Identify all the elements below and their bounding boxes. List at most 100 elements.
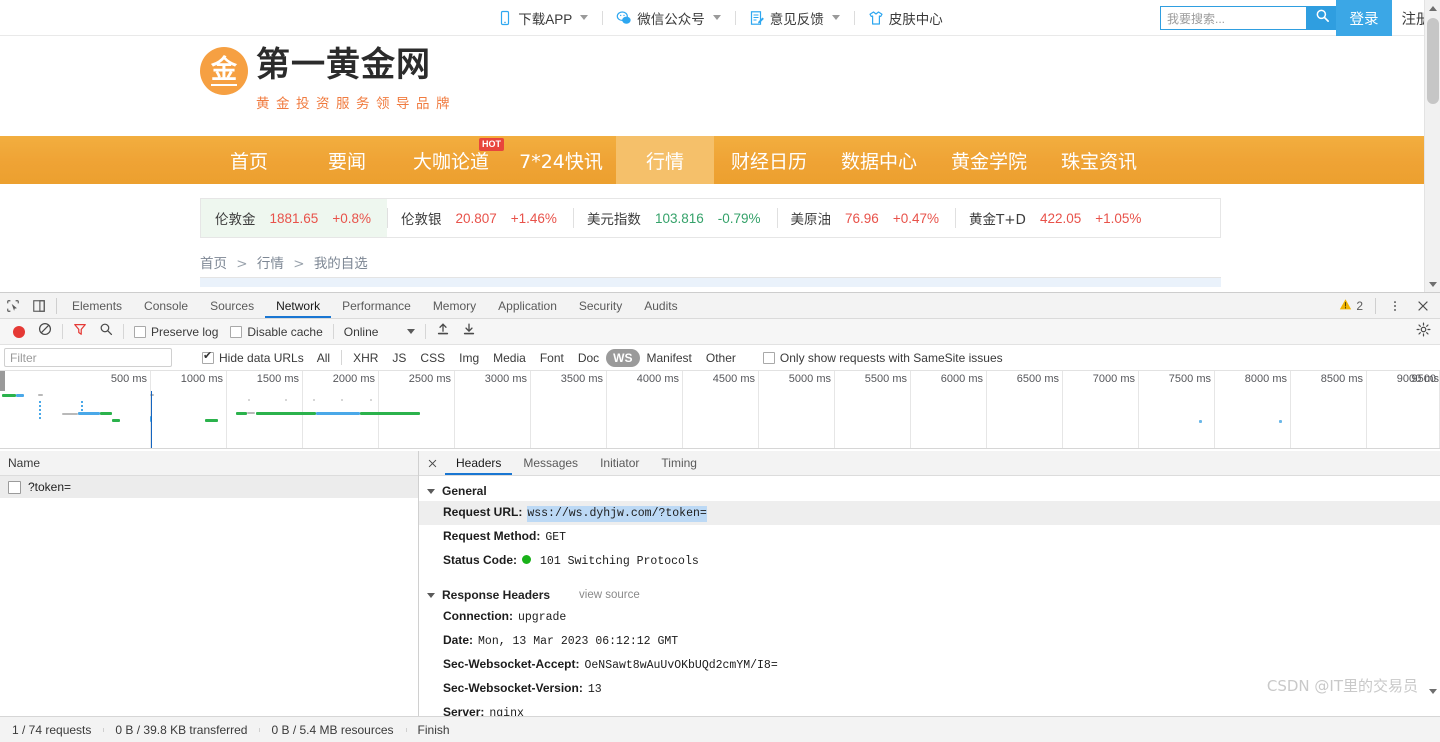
detail-tab-headers[interactable]: Headers [445,451,512,475]
waterfall-bar [2,394,16,397]
quote-item-crude-oil[interactable]: 美原油 76.96 +0.47% [776,199,955,237]
overview-tick-label: 1000 ms [180,373,223,385]
detail-scroll-down-icon[interactable] [1429,689,1437,712]
breadcrumb-item-quotes[interactable]: 行情 [257,256,284,272]
topbar-item-feedback[interactable]: 意见反馈 [734,8,854,28]
quote-item-london-gold[interactable]: 伦敦金 1881.65 +0.8% [201,199,387,237]
tab-sources[interactable]: Sources [199,293,265,318]
filter-type-js[interactable]: JS [385,349,413,367]
inspect-element-icon[interactable] [0,293,26,318]
quote-change: +1.05% [1095,210,1142,226]
header-key: Connection: [443,609,513,623]
nav-item-experts[interactable]: 大咖论道 HOT [396,136,506,184]
nav-item-gold-academy[interactable]: 黄金学院 [934,136,1044,184]
nav-item-home[interactable]: 首页 [200,136,298,184]
nav-item-quotes[interactable]: 行情 [616,136,714,184]
tab-audits[interactable]: Audits [633,293,688,318]
nav-item-jewelry-news[interactable]: 珠宝资讯 [1044,136,1154,184]
nav-item-news[interactable]: 要闻 [298,136,396,184]
search-requests-button[interactable] [93,319,119,345]
close-detail-icon[interactable] [419,451,445,476]
filter-type-doc[interactable]: Doc [571,349,606,367]
checkbox-box [134,325,146,338]
request-list-header[interactable]: Name [0,451,418,476]
samesite-issues-checkbox[interactable]: Only show requests with SameSite issues [757,351,1009,365]
filter-type-media[interactable]: Media [486,349,533,367]
filter-toggle-button[interactable] [67,319,93,345]
detail-tab-initiator[interactable]: Initiator [589,451,650,475]
breadcrumb-separator: > [293,256,305,272]
nav-item-data-center[interactable]: 数据中心 [824,136,934,184]
filter-type-manifest[interactable]: Manifest [640,349,699,367]
filter-type-img[interactable]: Img [452,349,486,367]
scroll-down-arrow-icon[interactable] [1425,276,1440,292]
quote-name: 伦敦金 [215,212,256,228]
more-options-icon[interactable] [1382,293,1408,318]
hide-data-urls-checkbox[interactable]: Hide data URLs [196,350,310,365]
tab-application[interactable]: Application [487,293,568,318]
tab-performance[interactable]: Performance [331,293,422,318]
filter-type-other[interactable]: Other [699,349,743,367]
tab-elements[interactable]: Elements [61,293,133,318]
devtools-settings-button[interactable] [1410,319,1436,345]
tab-network[interactable]: Network [265,293,331,318]
filter-type-xhr[interactable]: XHR [346,349,385,367]
quote-item-london-silver[interactable]: 伦敦银 20.807 +1.46% [386,199,573,237]
samesite-issues-label: Only show requests with SameSite issues [779,350,1003,365]
page-scrollbar[interactable] [1424,0,1440,292]
login-button[interactable]: 登录 [1336,0,1392,36]
clear-button[interactable] [32,319,58,345]
view-source-link[interactable]: view source [579,589,640,601]
preserve-log-checkbox[interactable]: Preserve log [128,325,224,339]
nav-item-calendar[interactable]: 财经日历 [714,136,824,184]
waterfall-bar [360,412,420,415]
breadcrumb-item-home[interactable]: 首页 [200,256,227,272]
filter-type-font[interactable]: Font [533,349,571,367]
table-row[interactable]: ?token= [0,476,418,498]
device-toolbar-icon[interactable] [26,293,52,318]
scroll-up-arrow-icon[interactable] [1425,0,1440,16]
detail-tab-timing[interactable]: Timing [650,451,708,475]
nav-item-label: 珠宝资讯 [1060,150,1137,173]
record-button[interactable] [6,319,32,345]
response-headers-section-header[interactable]: Response Headers view source [419,585,1440,605]
quote-item-dollar-index[interactable]: 美元指数 103.816 -0.79% [572,199,777,237]
quote-name: 黄金T+D [969,212,1026,228]
quote-item-gold-td[interactable]: 黄金T+D 422.05 +1.05% [955,199,1157,237]
tab-console[interactable]: Console [133,293,199,318]
header-value: nginx [489,707,524,716]
close-devtools-icon[interactable] [1410,293,1436,318]
nav-item-flash[interactable]: 7*24快讯 [506,136,616,184]
export-har-button[interactable] [456,319,482,345]
filter-type-ws[interactable]: WS [606,348,640,367]
warning-counter[interactable]: 2 [1333,298,1369,314]
quote-change: +0.8% [332,210,371,226]
site-logo[interactable]: 金 第一黄金网 黄金投资服务领导品牌 [200,44,456,112]
filter-input[interactable]: Filter [4,348,172,367]
filter-type-all[interactable]: All [310,349,337,367]
search-button[interactable] [1306,6,1338,30]
throttling-select[interactable]: Online [338,325,422,339]
waterfall-bar [62,413,78,415]
scrollbar-thumb[interactable] [1427,18,1439,104]
general-section-header[interactable]: General [419,481,1440,501]
tab-security[interactable]: Security [568,293,633,318]
waterfall-bar [341,399,343,401]
request-url-row[interactable]: Request URL: wss://ws.dyhjw.com/?token= [419,501,1440,525]
topbar-item-skin-center[interactable]: 皮肤中心 [853,8,957,28]
checkbox-box [762,351,775,364]
detail-tab-messages[interactable]: Messages [512,451,589,475]
import-har-button[interactable] [430,319,456,345]
filter-type-css[interactable]: CSS [413,349,452,367]
breadcrumb-item-watchlist[interactable]: 我的自选 [314,256,368,272]
waterfall-bar [112,419,120,422]
search-input[interactable]: 我要搜索... [1160,6,1306,30]
topbar-item-download-app[interactable]: 下载APP [483,8,602,28]
website-page: 下载APP 微信公众号 意见反馈 皮肤中心 我要搜索... 登录 注册 金 第一… [0,0,1440,292]
topbar-item-wechat[interactable]: 微信公众号 [602,8,735,28]
disable-cache-checkbox[interactable]: Disable cache [224,325,328,339]
tab-memory[interactable]: Memory [422,293,487,318]
network-overview-timeline[interactable]: 500 ms 1000 ms 1500 ms 2000 ms 2500 ms 3… [0,371,1440,449]
overview-tick-label: 4500 ms [712,373,755,385]
overview-tick-label: 7500 ms [1168,373,1211,385]
